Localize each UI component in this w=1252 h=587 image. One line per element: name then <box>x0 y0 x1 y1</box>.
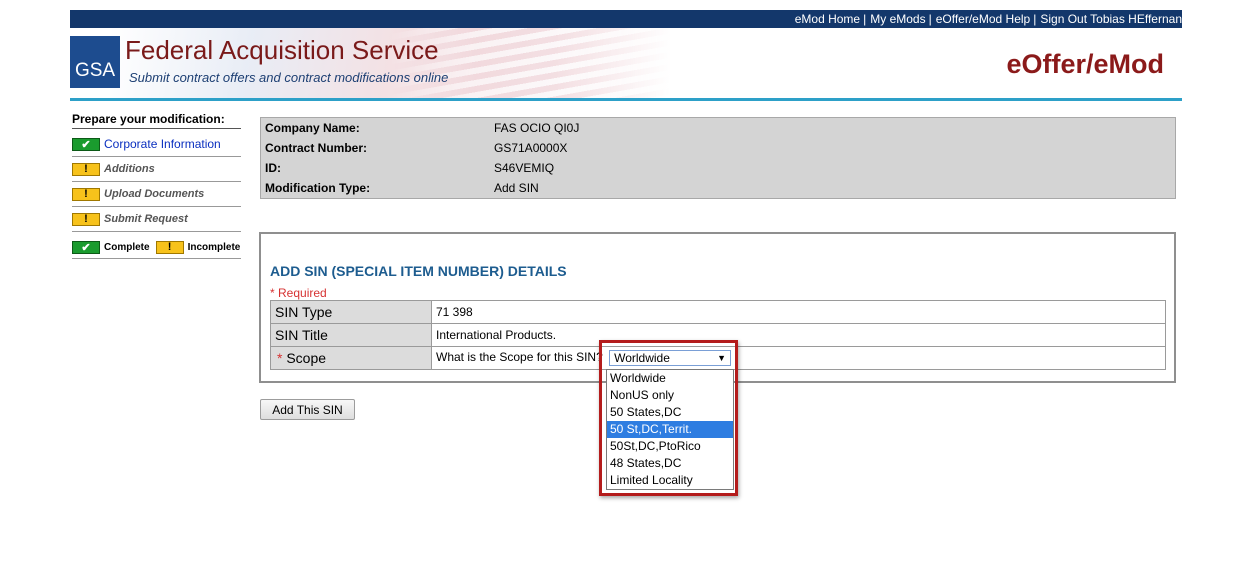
gsa-logo[interactable]: GSA <box>70 36 120 88</box>
exclamation-icon: ! <box>72 162 100 176</box>
exclamation-icon: ! <box>155 240 184 254</box>
sidebar-item-corporate-information[interactable]: ✔ Corporate Information <box>72 132 241 157</box>
highlight-annotation-box <box>599 340 738 496</box>
sin-type-label: SIN Type <box>270 300 432 324</box>
info-value: FAS OCIO QI0J <box>494 121 580 135</box>
table-row: SIN Type 71 398 <box>270 300 1166 324</box>
sin-title-label: SIN Title <box>270 323 432 347</box>
info-label: Contract Number: <box>265 141 368 155</box>
scope-label-cell: * Scope <box>270 346 432 370</box>
sidebar-item-label: Upload Documents <box>104 188 205 200</box>
add-this-sin-button[interactable]: Add This SIN <box>260 399 355 420</box>
info-row-modification-type: Modification Type: Add SIN <box>265 178 539 198</box>
sidebar-item-upload-documents: ! Upload Documents <box>72 182 241 207</box>
info-value: Add SIN <box>494 181 539 195</box>
sidebar-item-label: Submit Request <box>104 213 188 225</box>
scope-value-cell: What is the Scope for this SIN? Worldwid… <box>431 346 1166 370</box>
site-subtitle: Submit contract offers and contract modi… <box>129 70 449 85</box>
info-row-id: ID: S46VEMIQ <box>265 158 554 178</box>
exclamation-icon: ! <box>72 187 100 201</box>
sin-title-value: International Products. <box>431 323 1166 347</box>
nav-sign-out-link[interactable]: Sign Out Tobias HEffernan <box>1040 12 1182 26</box>
required-note: * Required <box>270 286 327 300</box>
sidebar-heading: Prepare your modification: <box>72 112 241 129</box>
panel-title: ADD SIN (SPECIAL ITEM NUMBER) DETAILS <box>270 263 567 279</box>
nav-separator: | <box>863 12 867 26</box>
sin-type-value: 71 398 <box>431 300 1166 324</box>
nav-my-emods-link[interactable]: My eMods <box>870 12 925 26</box>
status-legend: ✔ Complete ! Incomplete <box>72 236 241 259</box>
info-label: ID: <box>265 161 281 175</box>
check-icon: ✔ <box>72 137 100 151</box>
check-icon: ✔ <box>72 240 100 254</box>
top-nav-bar: eMod Home | My eMods | eOffer/eMod Help | S… <box>70 10 1182 28</box>
scope-label: Scope <box>286 350 327 366</box>
info-label: Modification Type: <box>265 181 371 195</box>
sidebar-item-additions: ! Additions <box>72 157 241 182</box>
sidebar-item-submit-request: ! Submit Request <box>72 207 241 232</box>
site-header: GSA Federal Acquisition Service Submit c… <box>70 28 1182 98</box>
exclamation-icon: ! <box>72 212 100 226</box>
header-divider <box>70 98 1182 101</box>
info-row-company: Company Name: FAS OCIO QI0J <box>265 118 579 138</box>
info-row-contract-number: Contract Number: GS71A0000X <box>265 138 567 158</box>
required-star: * <box>277 350 283 366</box>
legend-complete-label: Complete <box>104 241 150 253</box>
nav-separator: | <box>928 12 932 26</box>
sidebar-item-label[interactable]: Corporate Information <box>104 137 221 151</box>
nav-emod-home-link[interactable]: eMod Home <box>795 12 860 26</box>
nav-help-link[interactable]: eOffer/eMod Help <box>936 12 1031 26</box>
nav-separator: | <box>1033 12 1037 26</box>
sidebar-item-label: Additions <box>104 163 155 175</box>
contract-info-box: Company Name: FAS OCIO QI0J Contract Num… <box>260 117 1176 199</box>
brand-title: eOffer/eMod <box>1006 49 1164 79</box>
info-value: S46VEMIQ <box>494 161 555 175</box>
legend-incomplete-label: Incomplete <box>187 241 241 253</box>
site-title: Federal Acquisition Service <box>125 35 439 65</box>
info-label: Company Name: <box>265 121 360 135</box>
info-value: GS71A0000X <box>494 141 568 155</box>
scope-question: What is the Scope for this SIN? <box>436 350 603 365</box>
